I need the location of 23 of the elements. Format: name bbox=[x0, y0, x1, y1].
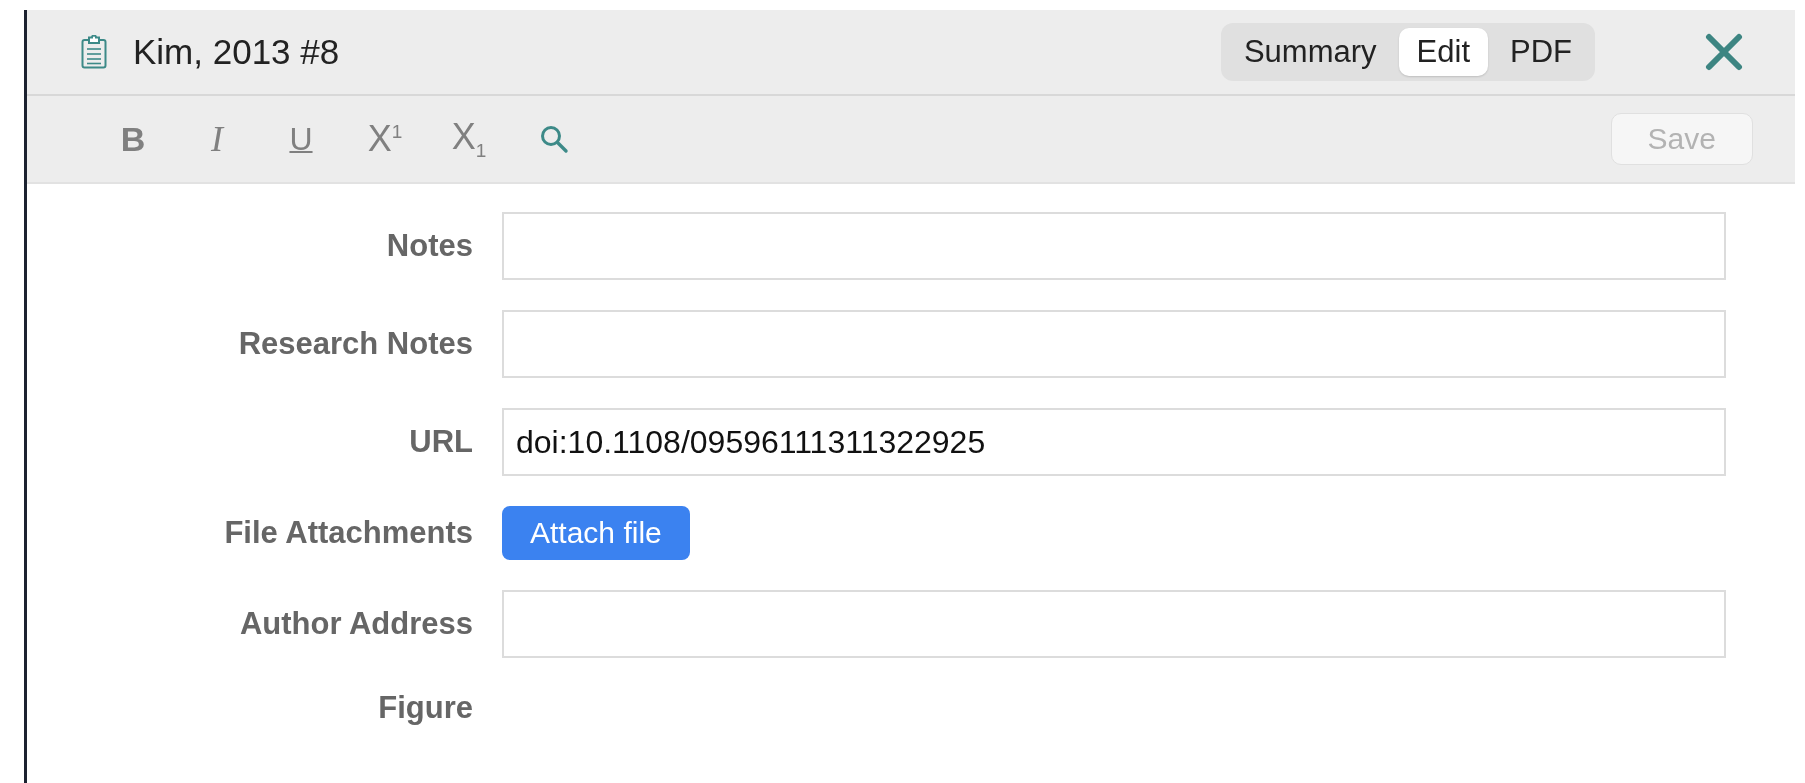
attach-file-button[interactable]: Attach file bbox=[502, 506, 690, 560]
field-label: Notes bbox=[385, 228, 473, 264]
clipboard-icon bbox=[81, 35, 107, 69]
view-tab[interactable]: PDF bbox=[1492, 28, 1590, 76]
bold-button[interactable]: B bbox=[91, 119, 175, 159]
view-tab[interactable]: Summary bbox=[1225, 28, 1395, 76]
subscript-button[interactable]: X$_{1}$ bbox=[427, 115, 511, 163]
reference-title: Kim, 2013 #8 bbox=[133, 32, 340, 72]
field-label: File Attachments bbox=[223, 515, 473, 551]
field-label: URL bbox=[408, 424, 473, 460]
italic-button[interactable]: I bbox=[175, 118, 259, 160]
field-label: Author Address bbox=[238, 606, 473, 642]
search-icon[interactable] bbox=[539, 124, 569, 154]
underline-button[interactable]: U bbox=[259, 120, 343, 158]
superscript-button[interactable]: X$^{1}$ bbox=[343, 118, 427, 160]
text-field[interactable]: doi:10.1108/09596111311322925 bbox=[502, 408, 1726, 476]
text-field[interactable] bbox=[502, 310, 1726, 378]
text-field[interactable] bbox=[502, 590, 1726, 658]
close-icon[interactable] bbox=[1705, 33, 1743, 71]
field-label: Research Notes bbox=[237, 326, 473, 362]
field-label: Figure bbox=[377, 690, 473, 726]
view-tab[interactable]: Edit bbox=[1398, 28, 1488, 76]
text-field[interactable] bbox=[502, 212, 1726, 280]
